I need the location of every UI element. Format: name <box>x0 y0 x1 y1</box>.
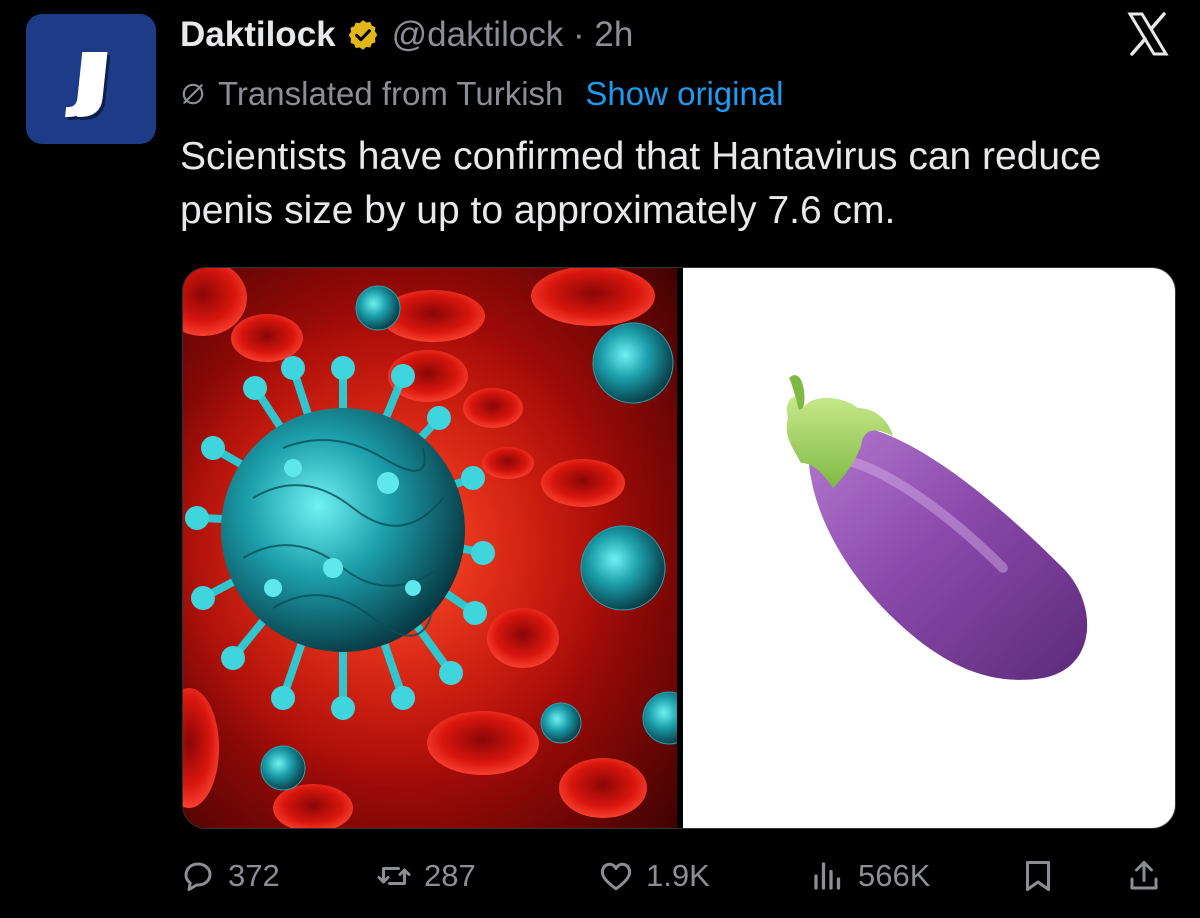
virus-illustration[interactable] <box>183 268 677 828</box>
repost-button[interactable]: 287 <box>376 848 476 904</box>
repost-count: 287 <box>424 858 476 893</box>
translated-from-label: Translated from Turkish <box>218 75 564 112</box>
author-display-name[interactable]: Daktilock <box>180 15 336 55</box>
tweet-header: Daktilock @daktilock · 2h <box>180 10 633 60</box>
x-logo-icon[interactable] <box>1124 10 1172 58</box>
heart-icon <box>600 862 632 891</box>
like-count: 1.9K <box>646 858 710 893</box>
views-button[interactable]: 566K <box>810 848 930 904</box>
reply-icon <box>184 862 212 891</box>
author-handle-and-time[interactable]: @daktilock · 2h <box>392 15 634 55</box>
reply-button[interactable]: 372 <box>180 848 280 904</box>
tweet-media[interactable] <box>182 267 1176 829</box>
views-count: 566K <box>858 858 931 893</box>
eggplant-emoji[interactable] <box>683 268 1175 828</box>
like-button[interactable]: 1.9K <box>598 848 710 904</box>
translation-row: Translated from Turkish Show original <box>180 72 784 116</box>
globe-icon <box>182 83 204 105</box>
share-icon <box>1130 861 1158 890</box>
bookmark-icon <box>1026 861 1050 891</box>
virus-among-red-blood-cells <box>183 268 677 828</box>
daktilock-logo-icon: JJ <box>68 38 102 120</box>
share-button[interactable] <box>1126 848 1162 904</box>
action-bar: 372 287 1.9K 566K <box>180 848 1180 904</box>
show-original-link[interactable]: Show original <box>585 75 783 113</box>
bookmark-button[interactable] <box>1020 848 1056 904</box>
gold-verified-icon <box>348 20 377 50</box>
repost-icon <box>377 867 411 885</box>
eggplant-icon <box>786 375 1088 680</box>
tweet-text: Scientists have confirmed that Hantaviru… <box>180 135 1102 232</box>
avatar[interactable]: JJ <box>26 14 156 144</box>
reply-count: 372 <box>228 858 280 893</box>
views-chart-icon <box>814 862 841 890</box>
